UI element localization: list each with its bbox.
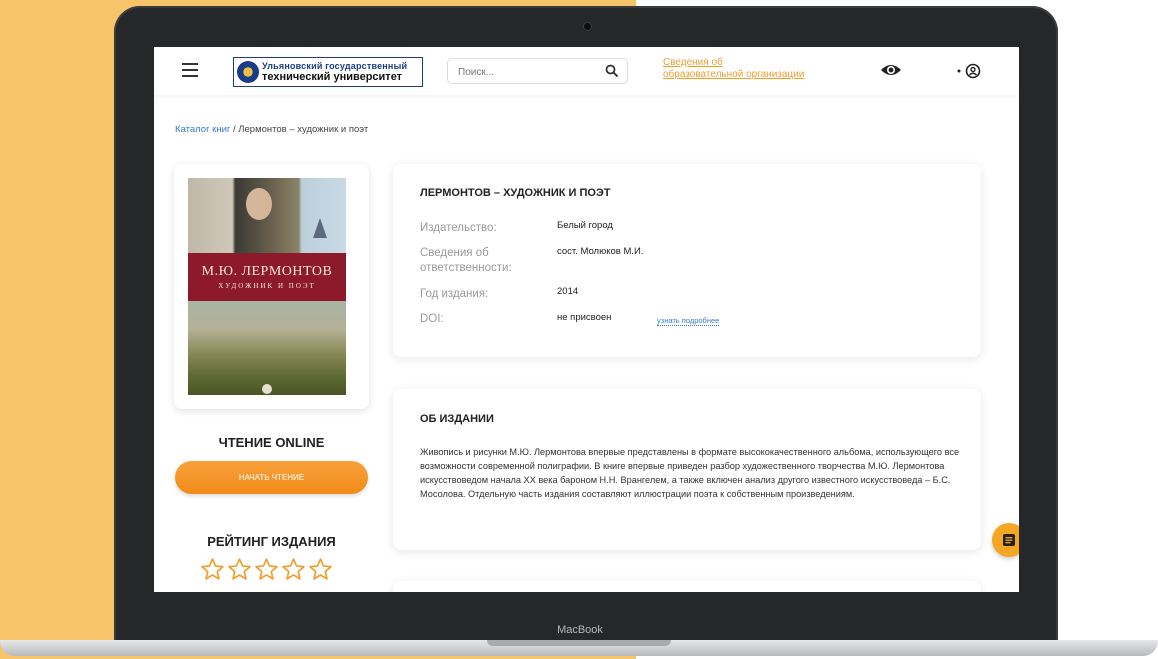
star-outline-icon[interactable]: [308, 557, 333, 582]
year-value: 2014: [557, 286, 579, 297]
org-info-link[interactable]: Сведения об образовательной организации: [663, 57, 804, 81]
star-outline-icon[interactable]: [227, 557, 252, 582]
doi-label: DOI:: [420, 313, 444, 325]
star-outline-icon[interactable]: [200, 557, 225, 582]
cover-subtitle: ХУДОЖНИК И ПОЭТ: [218, 282, 316, 290]
eye-icon[interactable]: [880, 62, 902, 78]
doi-more-link[interactable]: узнать подробнее: [657, 316, 720, 326]
doi-value: не присвоен: [557, 312, 612, 323]
chat-button[interactable]: [992, 523, 1019, 557]
chat-icon: [1003, 534, 1015, 546]
emblem-icon: [237, 61, 259, 83]
hamburger-icon[interactable]: [182, 63, 198, 77]
responsibility-value: сост. Молюков М.И.: [557, 246, 644, 257]
star-outline-icon[interactable]: [254, 557, 279, 582]
cover-medal-icon: [262, 384, 272, 394]
university-logo[interactable]: Ульяновский государственный технический …: [233, 57, 423, 87]
rating-heading: РЕЙТИНГ ИЗДАНИЯ: [207, 534, 336, 549]
cover-portrait-face: [246, 188, 272, 220]
year-label: Год издания:: [420, 288, 489, 300]
breadcrumb: Каталог книг / Лермонтов – художник и по…: [175, 124, 368, 135]
read-online-heading: ЧТЕНИЕ ONLINE: [218, 435, 325, 450]
next-card: [393, 581, 981, 592]
search-box: [447, 58, 628, 84]
about-title: ОБ ИЗДАНИИ: [420, 413, 494, 425]
rating-stars: [200, 557, 340, 582]
star-outline-icon[interactable]: [281, 557, 306, 582]
camera-icon: [584, 23, 591, 30]
book-title: ЛЕРМОНТОВ – ХУДОЖНИК И ПОЭТ: [420, 187, 611, 199]
cover-title-band: М.Ю. ЛЕРМОНТОВ ХУДОЖНИК И ПОЭТ: [188, 253, 346, 301]
search-input[interactable]: [456, 62, 600, 82]
cover-title: М.Ю. ЛЕРМОНТОВ: [201, 264, 333, 279]
laptop-notch: [487, 640, 671, 646]
breadcrumb-separator: /: [233, 124, 236, 135]
org-info-line2: образовательной организации: [663, 69, 805, 80]
publisher-value: Белый город: [557, 220, 613, 231]
book-cover-card: М.Ю. ЛЕРМОНТОВ ХУДОЖНИК И ПОЭТ: [174, 164, 369, 409]
breadcrumb-catalog-link[interactable]: Каталог книг: [175, 124, 230, 135]
logo-line2: технический университет: [262, 71, 403, 83]
top-navbar: Ульяновский государственный технический …: [154, 47, 1019, 95]
org-info-line1: Сведения об: [663, 57, 723, 68]
user-icon[interactable]: [955, 63, 983, 79]
publisher-label: Издательство:: [420, 222, 497, 234]
start-reading-button[interactable]: НАЧАТЬ ЧТЕНИЕ: [175, 461, 368, 494]
laptop-screen: Ульяновский государственный технический …: [154, 47, 1019, 592]
about-text: Живопись и рисунки М.Ю. Лермонтова вперв…: [420, 447, 960, 499]
book-cover-image[interactable]: М.Ю. ЛЕРМОНТОВ ХУДОЖНИК И ПОЭТ: [188, 178, 346, 395]
cover-landscape: [188, 301, 346, 395]
search-icon[interactable]: [605, 64, 619, 78]
responsibility-label: Сведения об ответственности:: [420, 247, 512, 274]
about-card: ОБ ИЗДАНИИ Живопись и рисунки М.Ю. Лермо…: [393, 389, 981, 550]
device-brand-label: MacBook: [557, 624, 603, 636]
book-details-card: ЛЕРМОНТОВ – ХУДОЖНИК И ПОЭТ Издательство…: [393, 164, 981, 357]
breadcrumb-current: Лермонтов – художник и поэт: [238, 124, 369, 135]
